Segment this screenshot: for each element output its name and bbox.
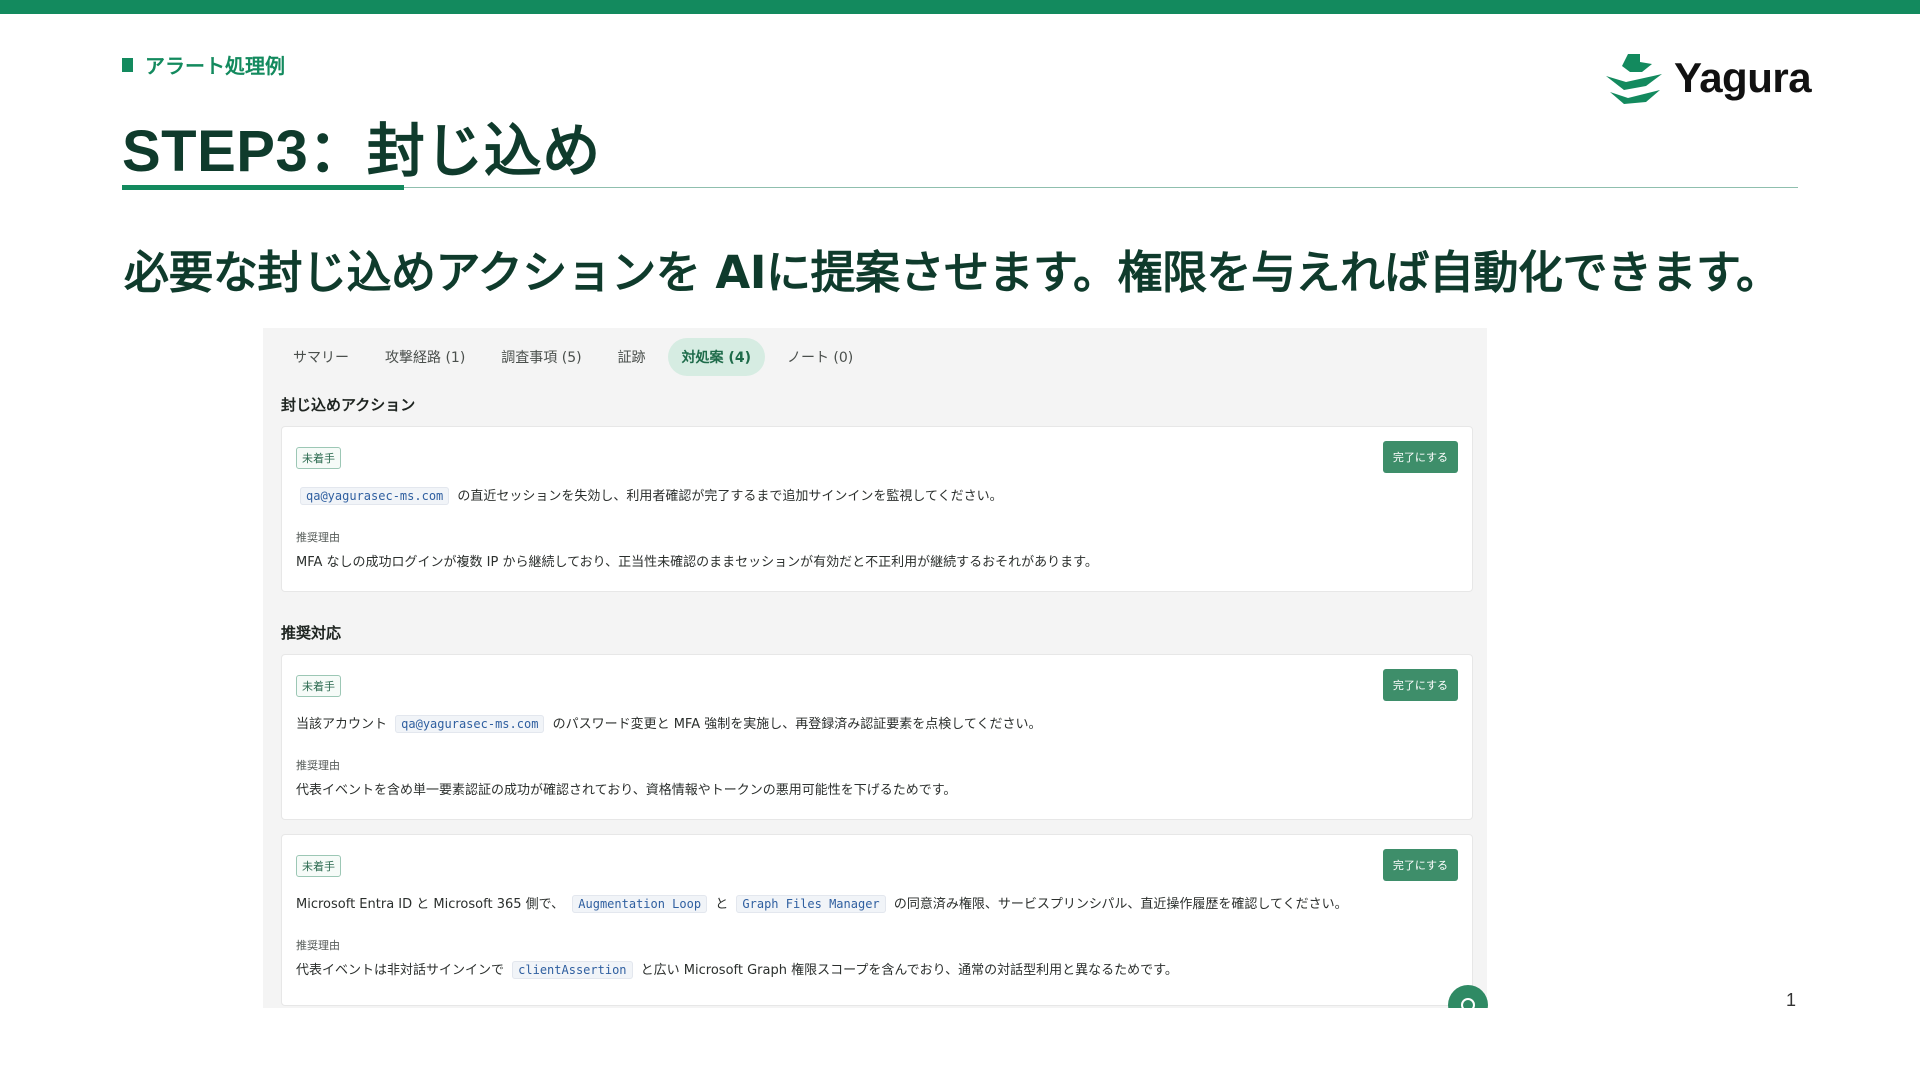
reason-text: 代表イベントを含め単一要素認証の成功が確認されており、資格情報やトークンの悪用可… [296, 783, 957, 798]
action-text-after: の直近セッションを失効し、利用者確認が完了するまで追加サインインを監視してくださ… [457, 489, 1003, 504]
action-text-before: 当該アカウント [296, 717, 388, 732]
tab-remediation[interactable]: 対処案 (4) [667, 338, 765, 376]
tab-summary[interactable]: サマリー [279, 338, 363, 376]
logo-text: Yagura [1674, 54, 1812, 101]
account-code: qa@yagurasec-ms.com [395, 715, 545, 733]
status-badge: 未着手 [296, 675, 341, 697]
tab-bar: サマリー 攻撃経路 (1) 調査事項 (5) 証跡 対処案 (4) ノート (0… [279, 338, 867, 376]
status-badge: 未着手 [296, 447, 341, 469]
recommended-card-2: 未着手 完了にする Microsoft Entra ID と Microsoft… [281, 834, 1473, 1006]
slide-title: STEP3：封じ込め [122, 119, 601, 184]
mark-complete-button[interactable]: 完了にする [1382, 669, 1458, 701]
yagura-logo-icon [1606, 54, 1662, 104]
action-text-mid: と [715, 897, 729, 912]
headline: 必要な封じ込めアクションを AIに提案させます。権限を与えれば自動化できます。 [124, 246, 1781, 299]
mark-complete-button[interactable]: 完了にする [1382, 441, 1458, 473]
account-code: qa@yagurasec-ms.com [300, 487, 450, 505]
app-code: Augmentation Loop [572, 895, 708, 913]
section-square-icon [122, 57, 133, 72]
recommended-heading: 推奨対応 [281, 624, 342, 642]
panel-bottom-mask [1420, 1008, 1500, 1048]
recommended-card-1: 未着手 完了にする 当該アカウント qa@yagurasec-ms.com のパ… [281, 654, 1473, 820]
logo: Yagura [1602, 52, 1812, 104]
status-badge: 未着手 [296, 855, 341, 877]
top-accent-bar [0, 0, 1920, 14]
reason-text-before: 代表イベントは非対話サインインで [296, 963, 505, 978]
app-screenshot-panel: サマリー 攻撃経路 (1) 調査事項 (5) 証跡 対処案 (4) ノート (0… [263, 328, 1487, 1008]
section-tag: アラート処理例 [122, 50, 285, 79]
section-tag-label: アラート処理例 [145, 54, 285, 78]
containment-heading: 封じ込めアクション [281, 396, 416, 414]
action-text-before: Microsoft Entra ID と Microsoft 365 側で、 [296, 897, 565, 912]
reason-text: 代表イベントは非対話サインインで clientAssertion と広い Mic… [296, 959, 1178, 979]
reason-label: 推奨理由 [296, 939, 340, 952]
reason-label: 推奨理由 [296, 531, 340, 544]
assertion-code: clientAssertion [512, 961, 633, 979]
action-text: qa@yagurasec-ms.com の直近セッションを失効し、利用者確認が完… [296, 485, 1003, 505]
action-text-after: のパスワード変更と MFA 強制を実施し、再登録済み認証要素を点検してください。 [552, 717, 1042, 732]
tab-investigation[interactable]: 調査事項 (5) [487, 338, 595, 376]
action-text: 当該アカウント qa@yagurasec-ms.com のパスワード変更と MF… [296, 713, 1042, 733]
containment-card: 未着手 完了にする qa@yagurasec-ms.com の直近セッションを失… [281, 426, 1473, 592]
reason-text-after: と広い Microsoft Graph 権限スコープを含んでおり、通常の対話型利… [640, 963, 1178, 978]
tab-attack-path[interactable]: 攻撃経路 (1) [371, 338, 479, 376]
title-divider-accent [122, 185, 404, 190]
action-text-after: の同意済み権限、サービスプリンシパル、直近操作履歴を確認してください。 [893, 897, 1348, 912]
tab-notes[interactable]: ノート (0) [773, 338, 867, 376]
page-number: 1 [1786, 990, 1797, 1010]
app-code: Graph Files Manager [736, 895, 886, 913]
action-text: Microsoft Entra ID と Microsoft 365 側で、 A… [296, 893, 1348, 913]
reason-text: MFA なしの成功ログインが複数 IP から継続しており、正当性未確認のままセッ… [296, 555, 1098, 570]
tab-evidence[interactable]: 証跡 [604, 338, 660, 376]
mark-complete-button[interactable]: 完了にする [1382, 849, 1458, 881]
reason-label: 推奨理由 [296, 759, 340, 772]
